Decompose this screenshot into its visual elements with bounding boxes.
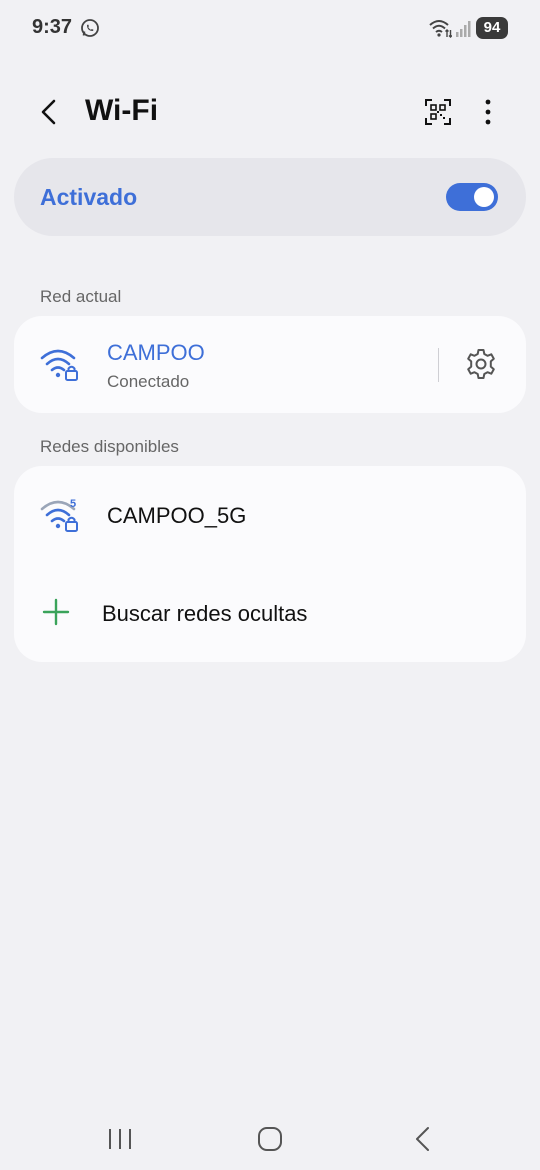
network-row-campoo-5g[interactable]: 5 CAMPOO_5G xyxy=(14,466,526,564)
settings-gear-icon[interactable] xyxy=(464,347,498,381)
header: Wi-Fi xyxy=(0,80,540,144)
master-toggle-label: Activado xyxy=(40,184,138,210)
band-badge: 5 xyxy=(70,498,76,510)
toggle-knob xyxy=(474,187,494,207)
qr-code-scan-icon[interactable] xyxy=(424,98,452,126)
search-hidden-networks-row[interactable]: Buscar redes ocultas xyxy=(14,564,526,662)
available-networks-card: 5 CAMPOO_5G Buscar redes ocultas xyxy=(14,466,526,662)
wifi-lock-icon xyxy=(40,349,78,381)
wifi-data-icon xyxy=(429,20,452,38)
whatsapp-icon xyxy=(81,19,99,37)
section-label-available: Redes disponibles xyxy=(40,437,179,456)
wifi-master-toggle-row[interactable]: Activado xyxy=(14,158,526,236)
divider xyxy=(438,348,439,382)
current-network-card[interactable]: CAMPOO Conectado xyxy=(14,316,526,413)
home-icon[interactable] xyxy=(250,1124,290,1154)
status-time: 9:37 xyxy=(32,16,73,38)
add-plus-icon xyxy=(42,598,70,626)
section-label-current: Red actual xyxy=(40,287,122,306)
search-hidden-networks-label: Buscar redes ocultas xyxy=(102,601,308,626)
current-network-status: Conectado xyxy=(107,372,190,391)
signal-icon xyxy=(456,21,471,37)
back-arrow-icon[interactable] xyxy=(36,98,62,126)
recent-apps-icon[interactable] xyxy=(100,1124,140,1154)
status-bar: 9:37 94 xyxy=(0,0,540,58)
current-network-name: CAMPOO xyxy=(107,340,205,365)
more-options-icon[interactable] xyxy=(478,98,498,126)
wifi-toggle-switch[interactable] xyxy=(446,183,498,211)
back-icon[interactable] xyxy=(402,1124,442,1154)
network-name: CAMPOO_5G xyxy=(107,503,247,528)
navigation-bar xyxy=(0,1110,540,1170)
page-title: Wi-Fi xyxy=(85,94,159,127)
battery-badge: 94 xyxy=(476,17,508,39)
wifi-5g-lock-icon: 5 xyxy=(40,498,78,532)
